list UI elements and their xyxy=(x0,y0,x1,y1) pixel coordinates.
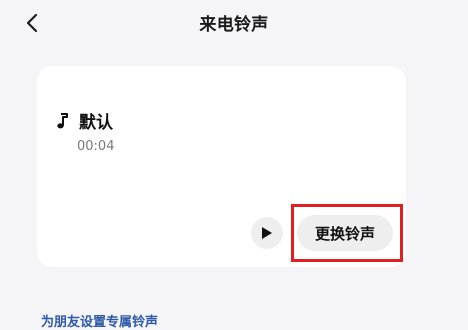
play-button[interactable] xyxy=(251,217,283,249)
change-ringtone-button[interactable]: 更换铃声 xyxy=(297,215,393,251)
ringtone-card: 默认 00:04 更换铃声 xyxy=(37,66,406,267)
ringtone-item[interactable]: 默认 xyxy=(55,108,113,133)
ringtone-duration: 00:04 xyxy=(77,139,115,154)
music-note-icon xyxy=(55,112,69,130)
page-title: 来电铃声 xyxy=(199,15,269,35)
set-friend-ringtone-link[interactable]: 为朋友设置专属铃声 xyxy=(41,311,158,330)
ringtone-name: 默认 xyxy=(79,113,113,133)
header: 来电铃声 xyxy=(0,0,468,46)
play-icon xyxy=(262,227,272,239)
